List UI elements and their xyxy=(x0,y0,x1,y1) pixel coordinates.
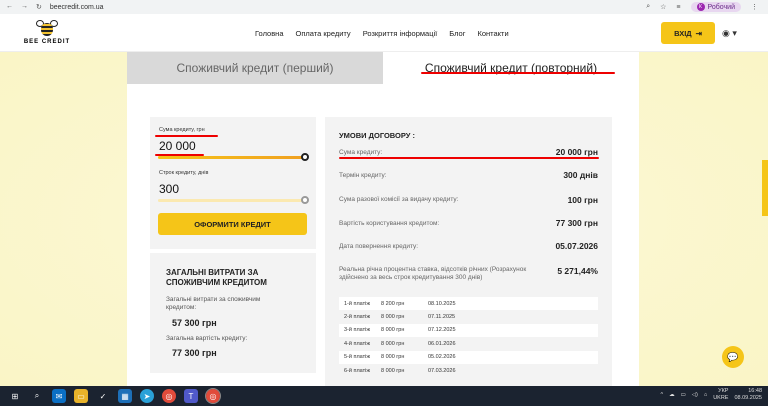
amount-row-red-underline xyxy=(339,157,599,159)
costs-title: ЗАГАЛЬНІ ВИТРАТИ ЗА СПОЖИВЧИМ КРЕДИТОМ xyxy=(166,268,267,287)
tray-arrow-icon[interactable]: ^ xyxy=(661,392,664,398)
chrome-active-icon[interactable]: ◎ xyxy=(205,388,221,404)
site-header: BEE CREDIT Головна Оплата кредиту Розкри… xyxy=(0,14,768,52)
profile-label: Робочий xyxy=(707,3,735,11)
login-button[interactable]: ВХІД ⇥ xyxy=(661,22,715,44)
term-slider-handle[interactable] xyxy=(301,196,309,204)
tab-first-label: Споживчий кредит (перший) xyxy=(176,61,334,75)
store-icon[interactable]: ▦ xyxy=(118,389,132,403)
volume-icon[interactable]: ◁) xyxy=(692,392,698,398)
schedule-row: 1-й платіж 8 200 грн 08.10.2025 xyxy=(339,297,598,311)
term-row-label: Термін кредиту: xyxy=(339,172,387,179)
nav-payment[interactable]: Оплата кредиту xyxy=(296,29,351,38)
login-label: ВХІД xyxy=(674,28,692,38)
chat-icon[interactable]: 💬 xyxy=(722,346,744,368)
apply-credit-button[interactable]: ОФОРМИТИ КРЕДИТ xyxy=(158,213,307,235)
amount-slider-handle[interactable] xyxy=(301,153,309,161)
schedule-row: 3-й платіж 8 000 грн 07.12.2025 xyxy=(339,323,598,338)
amount-slider-track[interactable] xyxy=(158,156,304,159)
bee-logo-icon xyxy=(36,20,58,38)
profile-button[interactable]: К Робочий xyxy=(690,2,741,12)
forward-icon[interactable]: → xyxy=(21,3,28,11)
term-row-label: Вартість користування кредитом: xyxy=(339,220,440,227)
windows-start-icon[interactable]: ⊞ xyxy=(8,389,22,403)
term-row-label: Сума разової комісії за видачу кредиту: xyxy=(339,196,459,203)
cloud-icon[interactable]: ☁ xyxy=(669,392,675,398)
windows-taskbar: ⊞ ⌕ ✉ ▭ ✓ ▦ ➤ ◎ T ◎ ^ ☁ ▭ ◁) ⌂ УКР UKRE 1… xyxy=(0,386,768,406)
bookmark-star-icon[interactable]: ☆ xyxy=(660,3,666,11)
term-row-value: 05.07.2026 xyxy=(555,241,598,251)
telegram-icon[interactable]: ➤ xyxy=(140,389,154,403)
nav-blog[interactable]: Блог xyxy=(449,29,465,38)
total-cost-value: 77 300 грн xyxy=(172,348,217,358)
main-menu: Головна Оплата кредиту Розкриття інформа… xyxy=(255,29,509,38)
schedule-row: 4-й платіж 8 000 грн 06.01.2026 xyxy=(344,340,456,347)
battery-icon[interactable]: ▭ xyxy=(681,392,686,398)
amount-label: Сума кредиту, грн xyxy=(159,127,205,133)
terms-title: УМОВИ ДОГОВОРУ : xyxy=(339,131,416,140)
login-icon: ⇥ xyxy=(695,28,702,38)
red-underline xyxy=(421,72,615,74)
file-explorer-icon[interactable]: ▭ xyxy=(74,389,88,403)
payment-schedule: 1-й платіж 8 200 грн 08.10.2025 2-й платіж… xyxy=(339,297,598,377)
term-slider-fill xyxy=(158,199,304,202)
chrome-icon[interactable]: ◎ xyxy=(162,389,176,403)
nav-disclosure[interactable]: Розкриття інформації xyxy=(363,29,438,38)
amount-label-red-underline xyxy=(155,135,218,137)
logo-text: BEE CREDIT xyxy=(23,39,71,45)
amount-value[interactable]: 20 000 xyxy=(159,139,196,153)
term-row-value: 5 271,44% xyxy=(557,266,598,276)
nav-contacts[interactable]: Контакти xyxy=(477,29,508,38)
term-row-label: Реальна річна процентна ставка, відсоткі… xyxy=(339,266,527,281)
term-row-value: 100 грн xyxy=(567,195,598,205)
term-label: Строк кредиту, днів xyxy=(159,170,209,176)
profile-avatar: К xyxy=(696,3,705,11)
lang-indicator[interactable]: УКР UKRE xyxy=(713,388,728,402)
accessibility-eye-icon[interactable]: ◉ ▾ xyxy=(722,28,737,39)
browser-toolbar: ← → ↻ beecredit.com.ua ⌕ ☆ ≡ К Робочий ⋮ xyxy=(0,0,768,14)
teams-icon[interactable]: T xyxy=(184,389,198,403)
reload-icon[interactable]: ↻ xyxy=(36,3,42,11)
tab-first-credit[interactable]: Споживчий кредит (перший) xyxy=(127,52,383,84)
total-costs-value: 57 300 грн xyxy=(172,318,217,328)
term-value[interactable]: 300 xyxy=(159,182,179,196)
term-row-value: 77 300 грн xyxy=(555,218,598,228)
tool-icon[interactable]: ✓ xyxy=(96,389,110,403)
extensions-icon[interactable]: ≡ xyxy=(676,4,680,11)
term-row-value: 300 днів xyxy=(563,170,598,180)
network-icon[interactable]: ⌂ xyxy=(704,392,707,398)
term-row-label: Дата повернення кредиту: xyxy=(339,243,419,250)
system-tray: ^ ☁ ▭ ◁) ⌂ УКР UKRE 16:48 08.09.2025 xyxy=(661,388,763,402)
schedule-row: 5-й платіж 8 000 грн 05.02.2026 xyxy=(339,350,598,364)
total-costs-label: Загальні витрати за споживчим кредитом: xyxy=(166,296,261,311)
logo[interactable]: BEE CREDIT xyxy=(22,20,72,45)
address-bar[interactable]: beecredit.com.ua xyxy=(50,4,104,11)
clock[interactable]: 16:48 08.09.2025 xyxy=(734,388,762,402)
schedule-row: 2-й платіж 8 000 грн 07.11.2025 xyxy=(344,314,456,321)
back-icon[interactable]: ← xyxy=(6,3,13,11)
amount-slider-fill xyxy=(158,156,304,159)
search-icon[interactable]: ⌕ xyxy=(30,389,44,403)
schedule-row: 6-й платіж 8 000 грн 07.03.2026 xyxy=(344,367,456,374)
tab-repeat-credit[interactable]: Споживчий кредит (повторний) xyxy=(383,52,639,84)
mail-icon[interactable]: ✉ xyxy=(52,389,66,403)
nav-home[interactable]: Головна xyxy=(255,29,284,38)
term-slider-track[interactable] xyxy=(158,199,304,202)
term-row-label: Сума кредиту: xyxy=(339,149,383,156)
scroll-indicator xyxy=(762,160,768,216)
total-cost-label: Загальна вартість кредиту: xyxy=(166,335,248,342)
browser-menu-icon[interactable]: ⋮ xyxy=(751,3,758,11)
zoom-icon[interactable]: ⌕ xyxy=(646,3,650,11)
credit-tabs: Споживчий кредит (перший) Споживчий кред… xyxy=(127,52,639,84)
term-row-value: 20 000 грн xyxy=(555,147,598,157)
